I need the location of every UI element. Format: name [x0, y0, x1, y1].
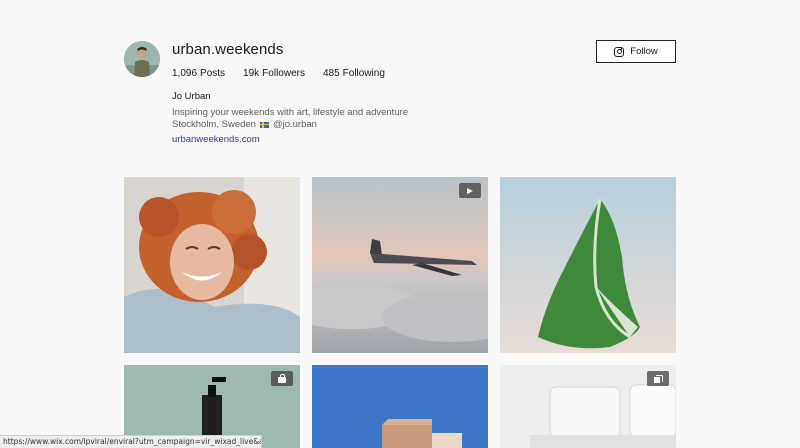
display-name: Jo Urban [172, 91, 211, 102]
video-badge [459, 183, 481, 198]
posts-label: Posts [200, 68, 226, 79]
building-blue-sky-photo[interactable] [312, 365, 488, 448]
location-row: Stockholm, Sweden @jo.urban [172, 119, 317, 130]
gallery-badge [647, 371, 669, 386]
posts-number: 1,096 [172, 68, 198, 79]
swedish-flag-icon [259, 121, 269, 128]
browser-status-bar: https://www.wix.com/lpviral/enviral?utm_… [0, 435, 262, 448]
airplane-above-clouds-photo[interactable] [312, 177, 488, 353]
following-label: Following [342, 68, 385, 79]
username: urban.weekends [172, 41, 284, 58]
followers-label: Followers [262, 68, 305, 79]
shopping-bag-icon [278, 373, 286, 383]
laughing-woman-photo[interactable] [124, 177, 300, 353]
follow-button-label: Follow [630, 46, 658, 57]
shop-badge [271, 371, 293, 386]
avatar[interactable] [124, 41, 160, 77]
followers-number: 19k [243, 68, 260, 79]
instagram-icon [614, 46, 625, 57]
profile-header: urban.weekends 1,096 Posts 19k Followers 4… [124, 41, 676, 151]
bio-text: Inspiring your weekends with art, lifest… [172, 107, 409, 118]
posts-count: 1,096 Posts [172, 68, 225, 79]
play-icon [467, 187, 473, 194]
multiple-images-icon [654, 374, 663, 383]
green-leaf-photo[interactable] [500, 177, 676, 353]
website-link[interactable]: urbanweekends.com [172, 134, 260, 145]
white-sofa-photo[interactable] [500, 365, 676, 448]
following-number: 485 [322, 68, 340, 79]
followers-count: 19k Followers [243, 68, 305, 79]
following-count: 485 Following [323, 68, 385, 79]
location-text: Stockholm, Sweden [172, 119, 256, 130]
handle-text: @jo.urban [272, 119, 317, 130]
follow-button[interactable]: Follow [596, 40, 676, 63]
profile-stats: 1,096 Posts 19k Followers 485 Following [172, 68, 385, 79]
